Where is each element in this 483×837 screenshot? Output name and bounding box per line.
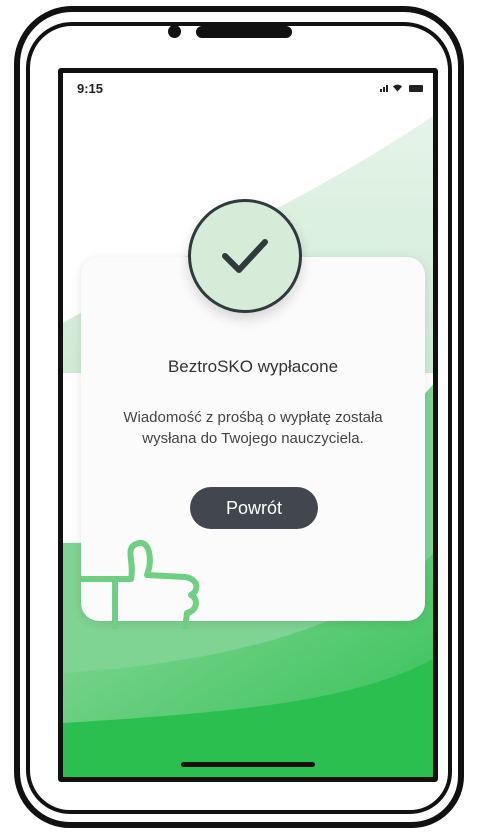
checkmark-icon	[222, 239, 268, 273]
battery-icon	[409, 85, 423, 92]
status-icons	[380, 83, 423, 92]
thumbs-up-icon	[81, 539, 200, 629]
speaker-icon	[196, 26, 292, 38]
camera-icon	[168, 25, 181, 38]
home-indicator[interactable]	[181, 762, 315, 767]
dialog-message: Wiadomość z prośbą o wypłatę została wys…	[123, 409, 383, 447]
wifi-icon	[393, 84, 402, 92]
dialog-title: BeztroSKO wypłacone	[167, 357, 339, 376]
phone-mockup: 9:15 BeztroSKO wypłacone Wiadomość z pro…	[0, 0, 483, 837]
status-bar: 9:15	[63, 73, 433, 107]
back-button[interactable]: Powrót	[190, 487, 318, 529]
success-badge	[188, 199, 302, 313]
phone-screen: 9:15 BeztroSKO wypłacone Wiadomość z pro…	[58, 68, 438, 782]
signal-icon	[380, 85, 388, 92]
status-time: 9:15	[77, 81, 104, 96]
